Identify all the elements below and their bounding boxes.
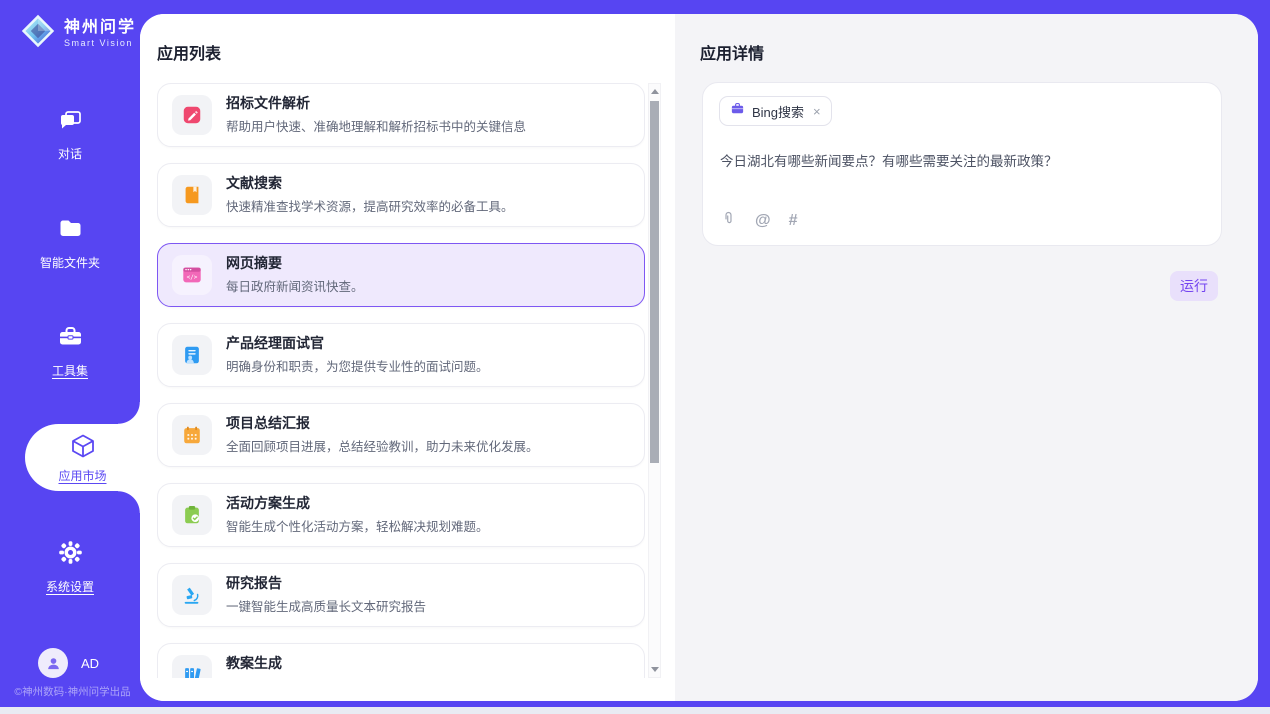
sidebar-item-chat[interactable]: 对话 xyxy=(0,106,140,162)
book-icon xyxy=(172,175,212,215)
app-card-title: 教案生成 xyxy=(226,655,476,672)
app-card-title: 文献搜索 xyxy=(226,175,514,192)
brand-name: 神州问学 xyxy=(64,19,136,37)
folder-icon xyxy=(57,215,84,245)
app-card-title: 网页摘要 xyxy=(226,255,364,272)
sidebar-item-label: 智能文件夹 xyxy=(40,254,100,271)
brand-logo: 神州问学 Smart Vision xyxy=(20,13,136,54)
app-list: 招标文件解析 帮助用户快速、准确地理解和解析招标书中的关键信息 文献搜索 快速精… xyxy=(157,83,645,678)
app-card[interactable]: 产品经理面试官 明确身份和职责，为您提供专业性的面试问题。 xyxy=(157,323,645,387)
run-button[interactable]: 运行 xyxy=(1170,271,1218,301)
app-card[interactable]: 研究报告 一键智能生成高质量长文本研究报告 xyxy=(157,563,645,627)
app-card-title: 招标文件解析 xyxy=(226,95,526,112)
app-card[interactable]: 招标文件解析 帮助用户快速、准确地理解和解析招标书中的关键信息 xyxy=(157,83,645,147)
tool-tag-label: Bing搜索 xyxy=(752,102,804,121)
app-card-description: 一键智能生成高质量长文本研究报告 xyxy=(226,596,426,615)
diamond-logo-icon xyxy=(20,13,56,54)
books-icon xyxy=(172,655,212,678)
person-icon xyxy=(45,655,62,672)
app-card[interactable]: 教案生成 模板驱动，教案秒成，教学准备从此轻松快捷 xyxy=(157,643,645,678)
sidebar-item-toolkit[interactable]: 工具集 xyxy=(0,323,140,379)
input-toolbar: @ # xyxy=(720,210,798,232)
copyright-footer: ©神州数码·神州问学出品 xyxy=(0,684,145,699)
content-area: 应用列表 招标文件解析 帮助用户快速、准确地理解和解析招标书中的关键信息 文献搜… xyxy=(140,14,1258,701)
app-list-panel: 应用列表 招标文件解析 帮助用户快速、准确地理解和解析招标书中的关键信息 文献搜… xyxy=(140,14,675,701)
avatar xyxy=(38,648,68,678)
tool-tag-bing-search[interactable]: Bing搜索 × xyxy=(719,96,832,126)
browser-code-icon: </> xyxy=(172,255,212,295)
sidebar-item-label: 对话 xyxy=(58,145,82,162)
scroll-down-arrow[interactable] xyxy=(651,667,659,672)
sidebar-item-label: 系统设置 xyxy=(46,578,94,595)
pen-document-icon xyxy=(172,95,212,135)
attachment-icon[interactable] xyxy=(720,210,737,232)
app-card-title: 产品经理面试官 xyxy=(226,335,489,352)
app-detail-title: 应用详情 xyxy=(700,40,764,64)
scroll-up-arrow[interactable] xyxy=(651,89,659,94)
chat-icon xyxy=(57,106,84,136)
close-icon[interactable]: × xyxy=(813,104,821,119)
mention-icon[interactable]: @ xyxy=(755,212,771,230)
sidebar-item-label: 工具集 xyxy=(52,362,88,379)
sidebar-item-smart-folder[interactable]: 智能文件夹 xyxy=(0,215,140,271)
prompt-card[interactable]: Bing搜索 × 今日湖北有哪些新闻要点？有哪些需要关注的最新政策？ @ # xyxy=(702,82,1222,246)
app-card-title: 活动方案生成 xyxy=(226,495,489,512)
app-card-description: 每日政府新闻资讯快查。 xyxy=(226,276,364,295)
app-card[interactable]: 活动方案生成 智能生成个性化活动方案，轻松解决规划难题。 xyxy=(157,483,645,547)
cube-icon xyxy=(69,432,97,463)
app-card-description: 明确身份和职责，为您提供专业性的面试问题。 xyxy=(226,356,489,375)
app-card-description: 快速精准查找学术资源，提高研究效率的必备工具。 xyxy=(226,196,514,215)
app-detail-panel: 应用详情 Bing搜索 × 今日湖北有哪些新闻要点？有哪些需要关注的最新政策？ xyxy=(675,14,1258,701)
app-card-description: 帮助用户快速、准确地理解和解析招标书中的关键信息 xyxy=(226,116,526,135)
toolbox-icon xyxy=(57,323,84,353)
svg-text:</>: </> xyxy=(187,274,198,281)
tab-curve-top xyxy=(118,402,140,424)
scrollbar-thumb[interactable] xyxy=(650,101,659,463)
user-initials: AD xyxy=(81,656,99,671)
scrollbar-track[interactable] xyxy=(648,83,661,678)
notepad-icon xyxy=(172,415,212,455)
app-card-title: 研究报告 xyxy=(226,575,426,592)
interview-icon xyxy=(172,335,212,375)
app-card-title: 项目总结汇报 xyxy=(226,415,539,432)
tab-curve-bottom xyxy=(118,491,140,513)
app-list-title: 应用列表 xyxy=(157,40,221,64)
gear-icon xyxy=(57,539,84,569)
app-card[interactable]: 文献搜索 快速精准查找学术资源，提高研究效率的必备工具。 xyxy=(157,163,645,227)
briefcase-icon xyxy=(730,101,745,121)
sidebar-item-settings[interactable]: 系统设置 xyxy=(0,539,140,595)
app-window: 神州问学 Smart Vision 对话 智能文件夹 xyxy=(0,0,1270,714)
brand-subtitle: Smart Vision xyxy=(64,38,136,48)
microscope-icon xyxy=(172,575,212,615)
app-card-description: 智能生成个性化活动方案，轻松解决规划难题。 xyxy=(226,516,489,535)
app-card-description: 模板驱动，教案秒成，教学准备从此轻松快捷 xyxy=(226,676,476,678)
clipboard-check-icon xyxy=(172,495,212,535)
app-card-description: 全面回顾项目进展，总结经验教训，助力未来优化发展。 xyxy=(226,436,539,455)
app-card[interactable]: 项目总结汇报 全面回顾项目进展，总结经验教训，助力未来优化发展。 xyxy=(157,403,645,467)
hashtag-icon[interactable]: # xyxy=(789,212,798,230)
sidebar-item-label: 应用市场 xyxy=(58,467,106,484)
sidebar: 神州问学 Smart Vision 对话 智能文件夹 xyxy=(0,0,140,707)
prompt-text[interactable]: 今日湖北有哪些新闻要点？有哪些需要关注的最新政策？ xyxy=(720,152,1201,172)
app-card[interactable]: </> 网页摘要 每日政府新闻资讯快查。 xyxy=(157,243,645,307)
user-account[interactable]: AD xyxy=(38,648,99,678)
sidebar-item-app-market[interactable]: 应用市场 xyxy=(25,424,140,491)
